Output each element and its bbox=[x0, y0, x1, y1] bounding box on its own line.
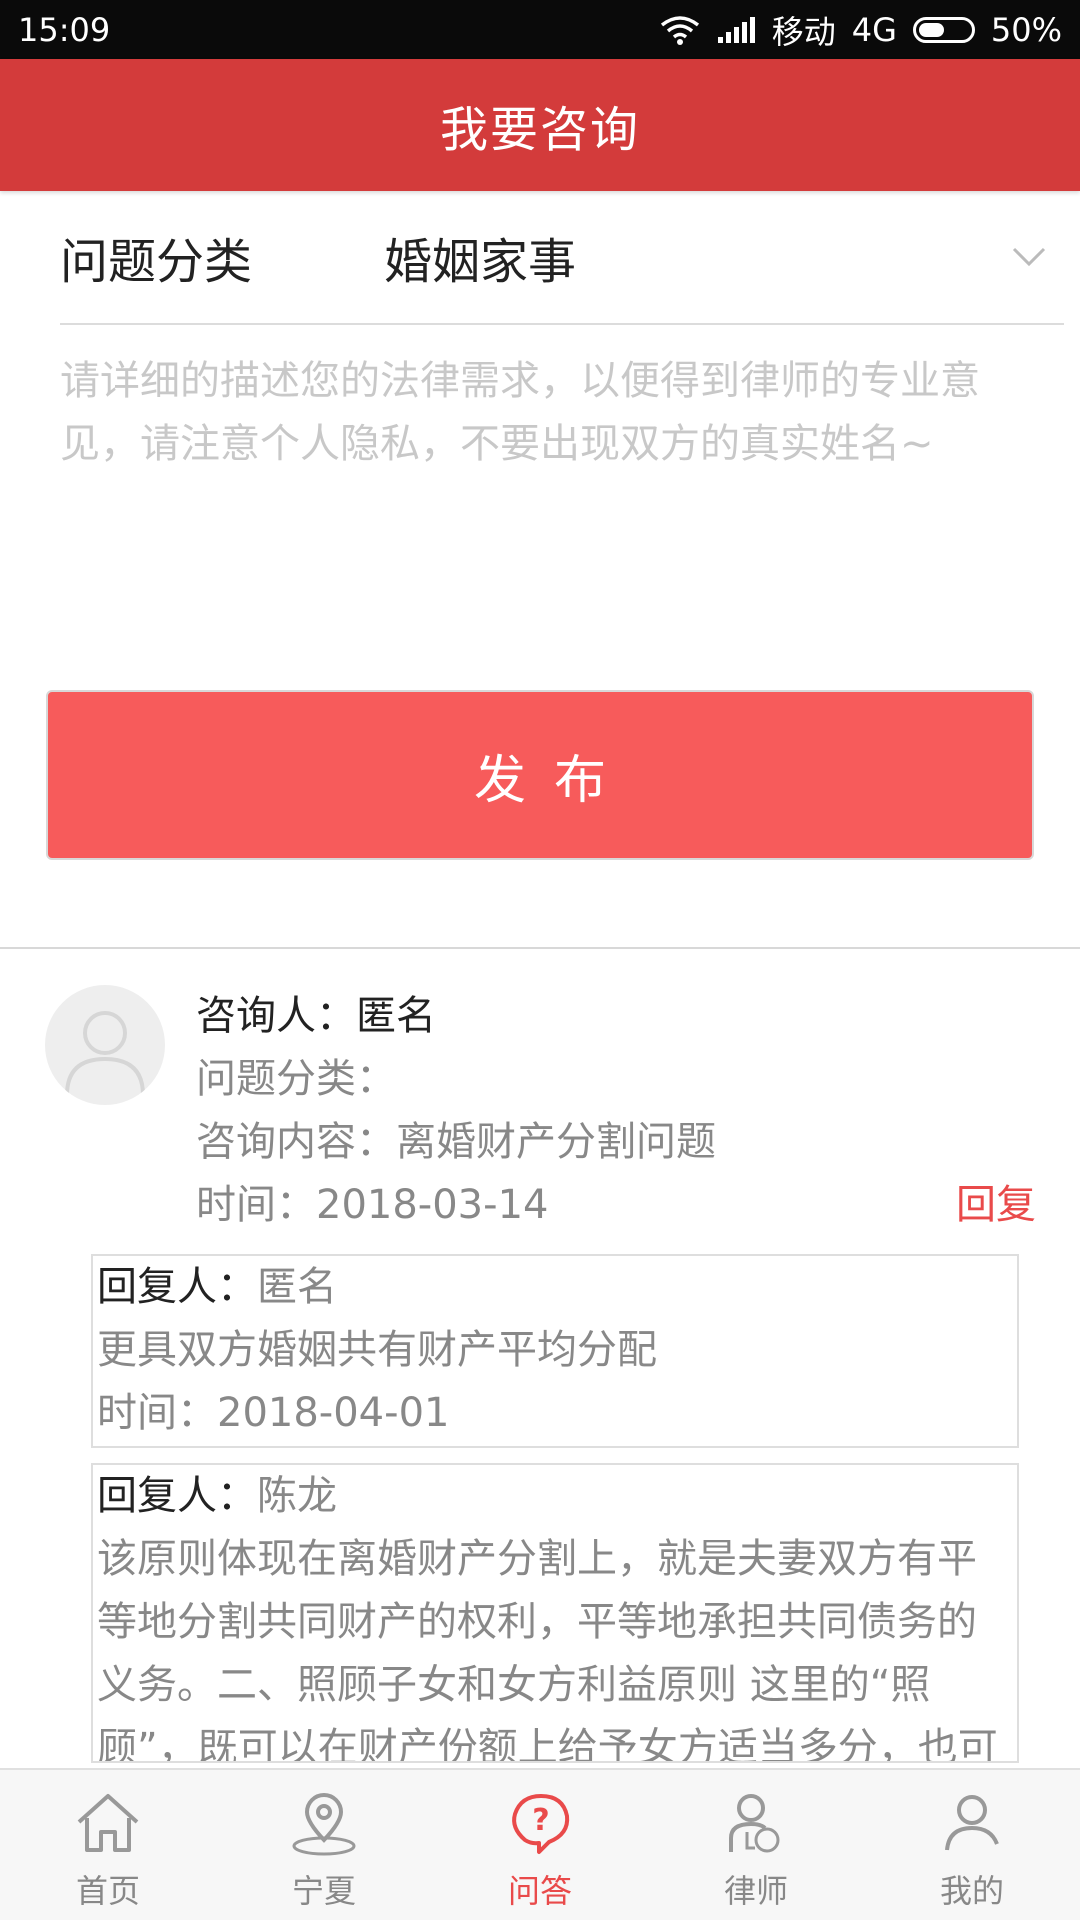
avatar bbox=[45, 985, 165, 1105]
nav-item-ningxia[interactable]: 宁夏 bbox=[216, 1770, 432, 1920]
page-title: 我要咨询 bbox=[439, 102, 640, 158]
qa-icon: ? bbox=[505, 1784, 575, 1862]
asker-label: 咨询人： bbox=[196, 993, 356, 1039]
network-text: 4G bbox=[851, 10, 897, 49]
content-value: 离婚财产分割问题 bbox=[396, 1119, 716, 1165]
replier-label: 回复人： bbox=[97, 1473, 257, 1519]
category-label: 问题分类 bbox=[60, 234, 253, 290]
description-input[interactable] bbox=[60, 350, 1020, 650]
nav-item-home[interactable]: 首页 bbox=[0, 1770, 216, 1920]
nav-label: 我的 bbox=[939, 1872, 1004, 1910]
content-line: 咨询内容：离婚财产分割问题 bbox=[196, 1111, 1036, 1174]
user-icon bbox=[937, 1784, 1007, 1862]
reply-item: 回复人：陈龙 该原则体现在离婚财产分割上，就是夫妻双方有平等地分割共同财产的权利… bbox=[91, 1463, 1019, 1763]
replier-line: 回复人：陈龙 bbox=[97, 1465, 1013, 1528]
nav-label: 首页 bbox=[75, 1872, 140, 1910]
reply-content: 该原则体现在离婚财产分割上，就是夫妻双方有平等地分割共同财产的权利，平等地承担共… bbox=[97, 1536, 998, 1763]
publish-button[interactable]: 发布 bbox=[46, 690, 1034, 860]
replier-label: 回复人： bbox=[97, 1264, 257, 1310]
chevron-down-icon[interactable] bbox=[994, 246, 1064, 268]
nav-label: 问答 bbox=[507, 1872, 572, 1910]
reply-button[interactable]: 回复 bbox=[956, 1174, 1036, 1237]
battery-percent: 50% bbox=[990, 10, 1062, 49]
home-icon bbox=[73, 1784, 143, 1862]
reply-time-label: 时间： bbox=[97, 1390, 217, 1436]
time-label: 时间： bbox=[196, 1182, 316, 1228]
category-line: 问题分类： bbox=[196, 1048, 1036, 1111]
time-line: 时间：2018-03-14 bbox=[196, 1174, 1036, 1237]
reply-item: 回复人：匿名 更具双方婚姻共有财产平均分配 时间：2018-04-01 bbox=[91, 1254, 1019, 1448]
status-bar: 15:09 移动 4G 50% bbox=[0, 0, 1080, 59]
reply-time-line: 时间：2018-04-01 bbox=[97, 1382, 1013, 1445]
battery-icon bbox=[912, 16, 975, 43]
asker-line: 咨询人：匿名 bbox=[196, 985, 1036, 1048]
nav-item-qa[interactable]: ? 问答 bbox=[432, 1770, 648, 1920]
app-header: 我要咨询 bbox=[0, 59, 1080, 191]
category-select[interactable]: 婚姻家事 bbox=[384, 222, 994, 292]
content-label: 咨询内容： bbox=[196, 1119, 396, 1165]
carrier-text: 移动 bbox=[771, 12, 836, 51]
location-icon bbox=[289, 1784, 359, 1862]
category-selector-row[interactable]: 问题分类 婚姻家事 bbox=[60, 191, 1064, 325]
lawyer-icon bbox=[721, 1784, 791, 1862]
replier-name: 陈龙 bbox=[257, 1473, 337, 1519]
time-value: 2018-03-14 bbox=[316, 1182, 549, 1228]
consult-category-label: 问题分类： bbox=[196, 1056, 396, 1102]
asker-name: 匿名 bbox=[356, 993, 436, 1039]
reply-content: 更具双方婚姻共有财产平均分配 bbox=[97, 1327, 657, 1373]
status-icons: 移动 4G 50% bbox=[660, 7, 1062, 53]
wifi-icon bbox=[660, 15, 700, 45]
reply-time-value: 2018-04-01 bbox=[217, 1390, 450, 1436]
nav-label: 宁夏 bbox=[291, 1872, 356, 1910]
section-divider bbox=[0, 947, 1080, 949]
status-time: 15:09 bbox=[18, 10, 111, 49]
nav-item-mine[interactable]: 我的 bbox=[864, 1770, 1080, 1920]
signal-icon bbox=[716, 15, 756, 45]
svg-text:?: ? bbox=[532, 1803, 549, 1838]
nav-item-lawyer[interactable]: 律师 bbox=[648, 1770, 864, 1920]
bottom-nav: 首页 宁夏 ? 问答 律师 我的 bbox=[0, 1768, 1080, 1920]
replier-name: 匿名 bbox=[257, 1264, 337, 1310]
consult-info: 咨询人：匿名 问题分类： 咨询内容：离婚财产分割问题 时间：2018-03-14… bbox=[196, 985, 1036, 1237]
nav-label: 律师 bbox=[723, 1872, 788, 1910]
replier-line: 回复人：匿名 bbox=[97, 1256, 1013, 1319]
